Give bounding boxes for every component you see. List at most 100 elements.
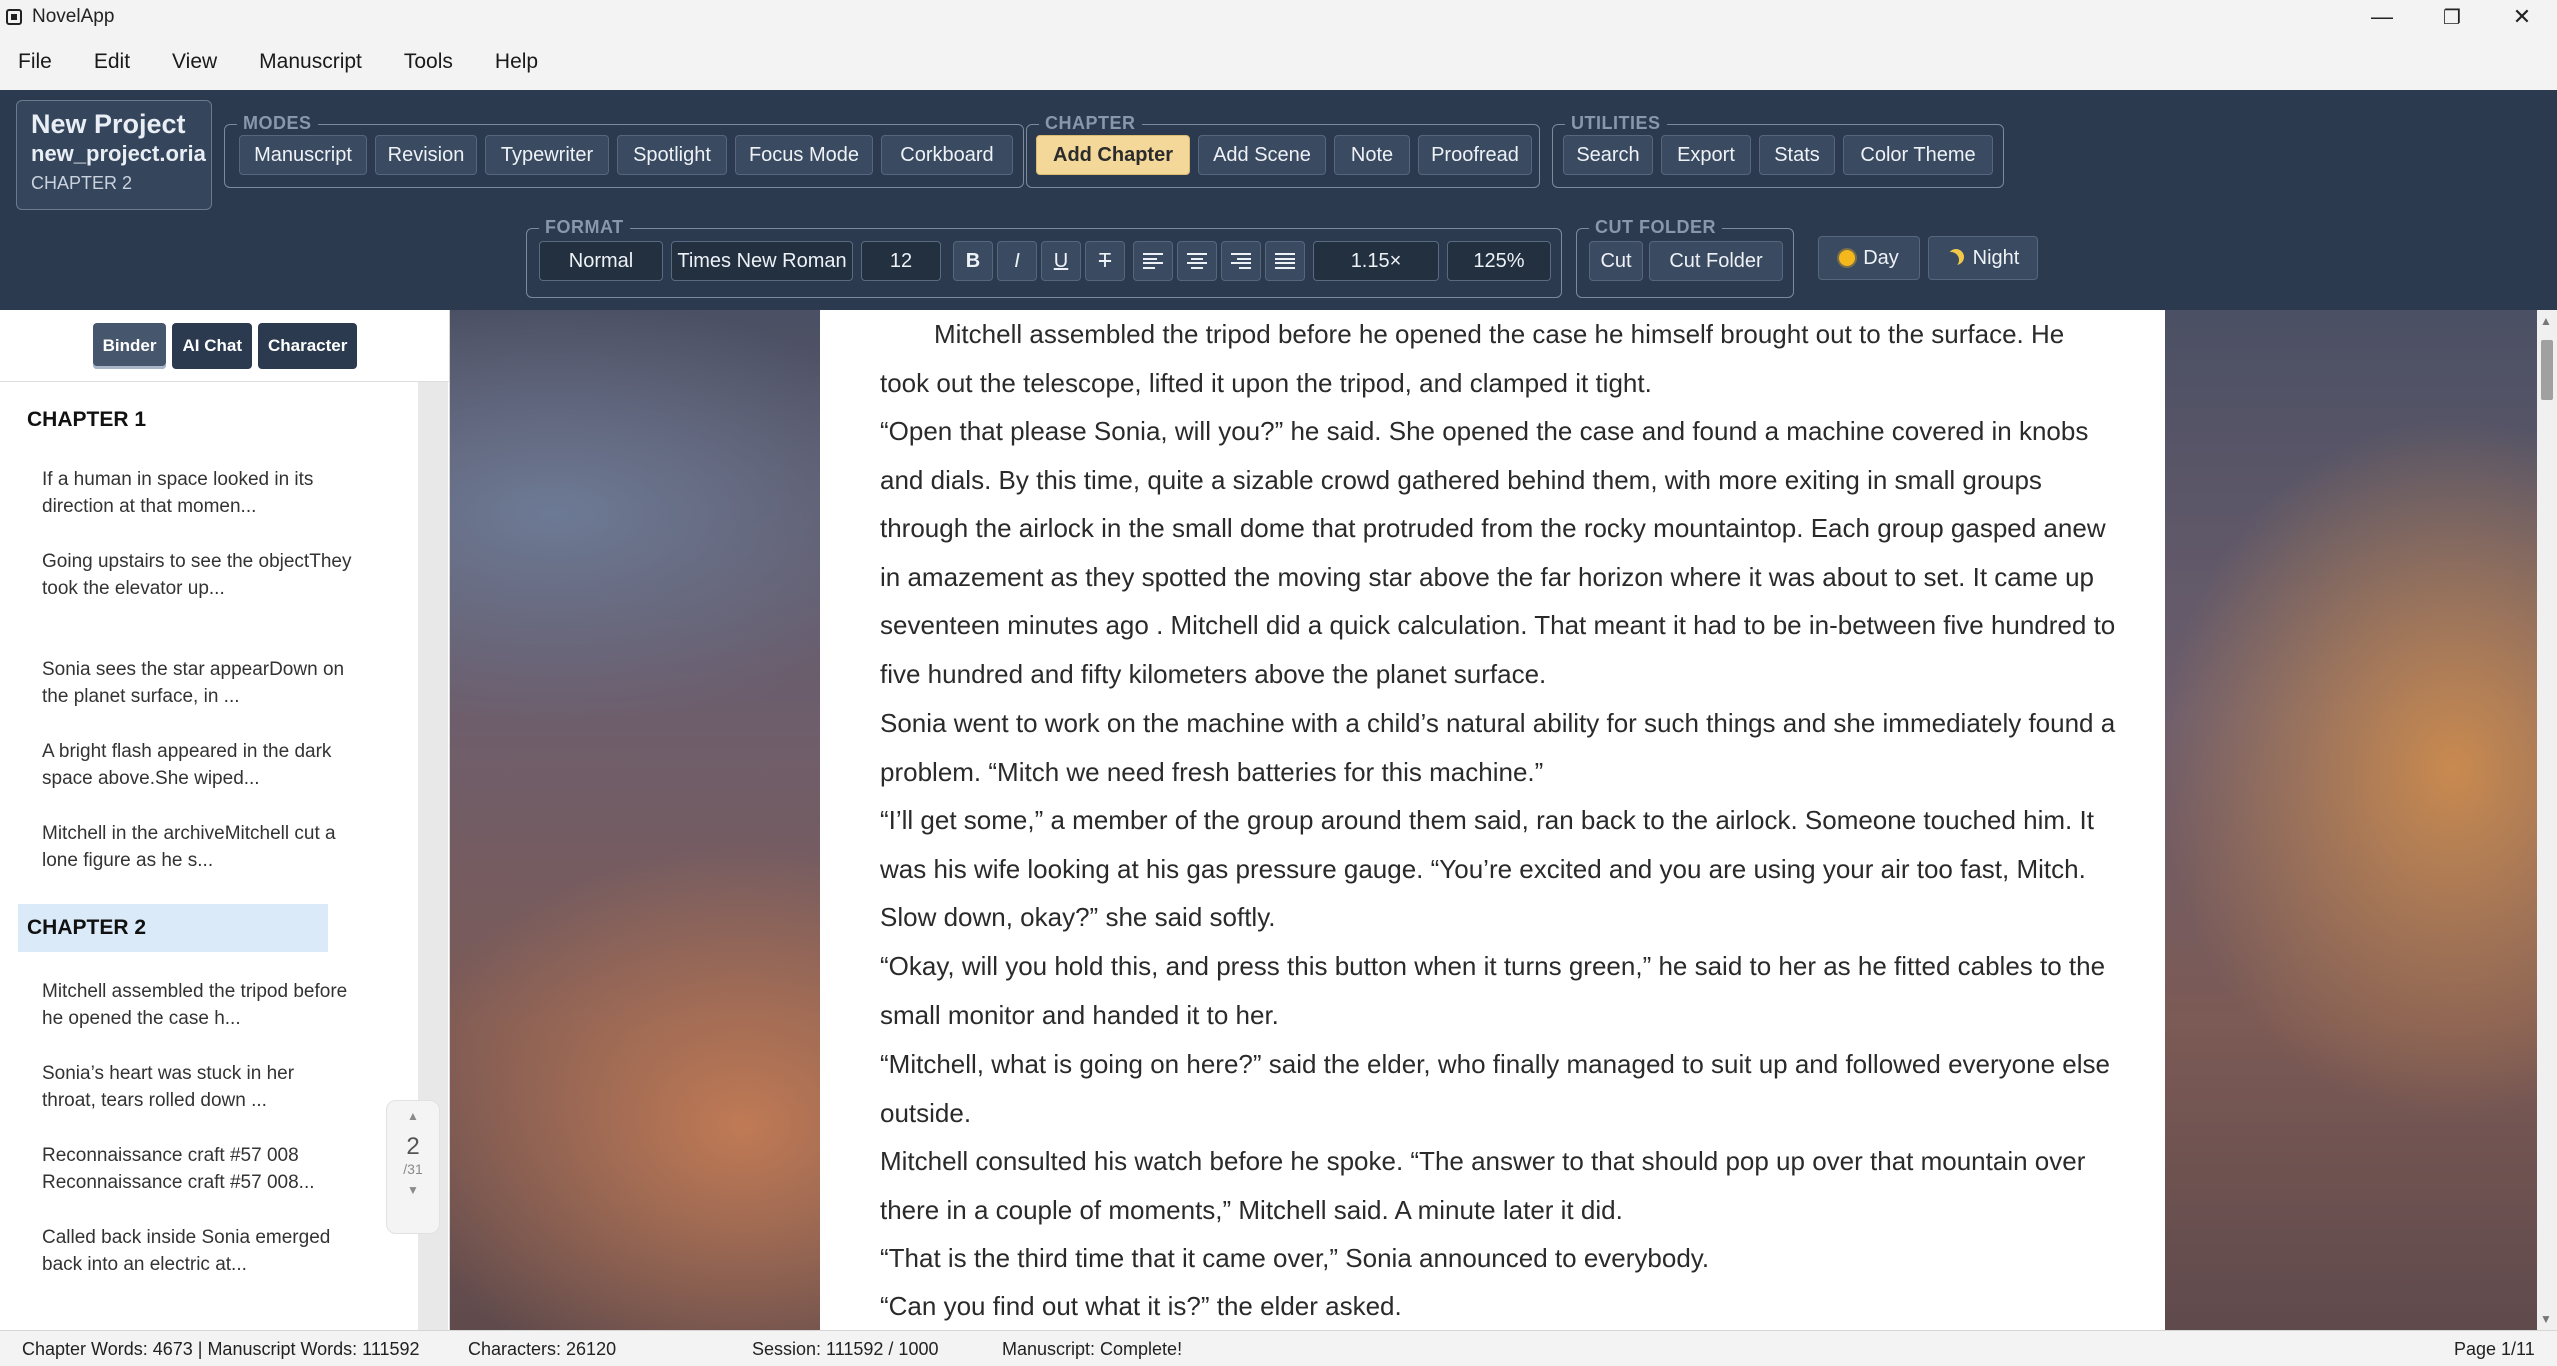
manuscript-status: Manuscript: Complete! xyxy=(1002,1339,1183,1359)
utilities-group: UTILITIES Search Export Stats Color Them… xyxy=(1552,113,2004,188)
close-button[interactable]: ✕ xyxy=(2487,0,2557,34)
night-theme-button[interactable]: Night xyxy=(1928,236,2038,280)
page-indicator: ▲ 2 /31 ▼ xyxy=(386,1100,440,1234)
project-chapter: CHAPTER 2 xyxy=(31,173,133,193)
align-right-icon xyxy=(1231,253,1251,269)
manuscript-paragraph[interactable]: “That is the third time that it came ove… xyxy=(880,1234,2120,1283)
manuscript-paragraph[interactable]: Sonia went to work on the machine with a… xyxy=(880,699,2120,796)
cut-button[interactable]: Cut xyxy=(1589,241,1643,281)
add-chapter-button[interactable]: Add Chapter xyxy=(1036,135,1190,175)
character-count: Characters: 26120 xyxy=(468,1339,617,1359)
tab-character[interactable]: Character xyxy=(257,322,358,369)
italic-button[interactable]: I xyxy=(997,241,1037,281)
binder-scene[interactable]: Mitchell assembled the tripod before he … xyxy=(42,978,352,1032)
mode-manuscript-button[interactable]: Manuscript xyxy=(239,135,367,175)
scroll-down-icon[interactable]: ▼ xyxy=(2540,1312,2552,1326)
mode-focus-button[interactable]: Focus Mode xyxy=(735,135,873,175)
minimize-button[interactable]: — xyxy=(2347,0,2417,34)
underline-button[interactable]: U xyxy=(1041,241,1081,281)
align-right-button[interactable] xyxy=(1221,241,1261,281)
page-current: 2 xyxy=(406,1133,420,1160)
align-justify-button[interactable] xyxy=(1265,241,1305,281)
font-select[interactable]: Times New Roman xyxy=(671,241,853,281)
session-count: Session: 111592 / 1000 xyxy=(752,1339,939,1359)
manuscript-paragraph[interactable]: “Can you find out what it is?” the elder… xyxy=(880,1282,2120,1330)
manuscript-paragraph[interactable]: “Okay, will you hold this, and press thi… xyxy=(880,942,2120,1039)
note-button[interactable]: Note xyxy=(1334,135,1410,175)
menu-file[interactable]: File xyxy=(18,50,52,74)
mode-corkboard-button[interactable]: Corkboard xyxy=(881,135,1013,175)
scroll-up-icon[interactable]: ▲ xyxy=(2540,314,2552,328)
tab-binder[interactable]: Binder xyxy=(92,322,167,369)
style-select[interactable]: Normal xyxy=(539,241,663,281)
bold-button[interactable]: B xyxy=(953,241,993,281)
stats-button[interactable]: Stats xyxy=(1759,135,1835,175)
binder-scene[interactable]: If a human in space looked in its direct… xyxy=(42,466,352,520)
zoom-select[interactable]: 125% xyxy=(1447,241,1551,281)
manuscript-paragraph[interactable]: “I’ll get some,” a member of the group a… xyxy=(880,796,2120,942)
project-file: new_project.oria xyxy=(31,141,206,166)
editor-scroll-thumb[interactable] xyxy=(2541,340,2553,400)
binder-scene[interactable]: Reconnaissance craft #57 008 Reconnaissa… xyxy=(42,1142,352,1196)
menu-view[interactable]: View xyxy=(172,50,217,74)
editor-page[interactable]: Mitchell assembled the tripod before he … xyxy=(820,310,2165,1330)
manuscript-paragraph[interactable]: “Mitchell, what is going on here?” said … xyxy=(880,1040,2120,1137)
project-info: New Project new_project.oria CHAPTER 2 xyxy=(16,100,212,210)
left-panel: Binder AI Chat Character CHAPTER 1 If a … xyxy=(0,310,450,1330)
search-button[interactable]: Search xyxy=(1563,135,1653,175)
tab-ai-chat[interactable]: AI Chat xyxy=(172,322,252,369)
title-bar: NovelApp — ❐ ✕ xyxy=(0,0,2557,34)
editor-background: Mitchell assembled the tripod before he … xyxy=(450,310,2537,1330)
binder-scene[interactable]: Sonia’s heart was stuck in her throat, t… xyxy=(42,1060,352,1114)
app-icon xyxy=(6,9,22,25)
cut-folder-button[interactable]: Cut Folder xyxy=(1649,241,1783,281)
day-label: Day xyxy=(1863,246,1899,269)
align-center-button[interactable] xyxy=(1177,241,1217,281)
manuscript-paragraph[interactable]: Mitchell consulted his watch before he s… xyxy=(880,1137,2120,1234)
menu-edit[interactable]: Edit xyxy=(94,50,130,74)
mode-typewriter-button[interactable]: Typewriter xyxy=(485,135,609,175)
align-justify-icon xyxy=(1275,253,1295,269)
chapter-label: CHAPTER xyxy=(1039,113,1142,134)
binder-scene[interactable]: Going upstairs to see the objectThey too… xyxy=(42,548,352,602)
binder-scene[interactable]: Called back inside Sonia emerged back in… xyxy=(42,1224,352,1278)
binder-scene[interactable]: Sonia sees the star appearDown on the pl… xyxy=(42,656,352,710)
editor-scrollbar[interactable]: ▲ ▼ xyxy=(2537,310,2557,1330)
mode-revision-button[interactable]: Revision xyxy=(375,135,477,175)
align-left-icon xyxy=(1143,253,1163,269)
sun-icon xyxy=(1839,250,1856,266)
cut-folder-label: CUT FOLDER xyxy=(1589,217,1722,238)
font-size-input[interactable]: 12 xyxy=(861,241,941,281)
binder-chapter-1[interactable]: CHAPTER 1 xyxy=(18,396,328,444)
mode-spotlight-button[interactable]: Spotlight xyxy=(617,135,727,175)
menu-help[interactable]: Help xyxy=(495,50,538,74)
strikethrough-button[interactable]: T xyxy=(1085,241,1125,281)
menu-manuscript[interactable]: Manuscript xyxy=(259,50,362,74)
moon-icon xyxy=(1943,252,1959,268)
proofread-button[interactable]: Proofread xyxy=(1418,135,1532,175)
modes-label: MODES xyxy=(237,113,318,134)
line-spacing-select[interactable]: 1.15× xyxy=(1313,241,1439,281)
page-status: Page 1/11 xyxy=(2454,1339,2535,1359)
page-down-icon[interactable]: ▼ xyxy=(387,1183,439,1197)
word-count: Chapter Words: 4673 | Manuscript Words: … xyxy=(22,1339,420,1359)
maximize-button[interactable]: ❐ xyxy=(2417,0,2487,34)
manuscript-paragraph[interactable]: “Open that please Sonia, will you?” he s… xyxy=(880,407,2120,699)
add-scene-button[interactable]: Add Scene xyxy=(1198,135,1326,175)
menu-tools[interactable]: Tools xyxy=(404,50,453,74)
export-button[interactable]: Export xyxy=(1661,135,1751,175)
binder-chapter-2[interactable]: CHAPTER 2 xyxy=(18,904,328,952)
color-theme-button[interactable]: Color Theme xyxy=(1843,135,1993,175)
project-title: New Project xyxy=(31,109,186,139)
chapter-group: CHAPTER Add Chapter Add Scene Note Proof… xyxy=(1026,113,1540,188)
page-total: /31 xyxy=(403,1161,423,1177)
page-up-icon[interactable]: ▲ xyxy=(387,1109,439,1123)
day-theme-button[interactable]: Day xyxy=(1818,236,1920,280)
align-left-button[interactable] xyxy=(1133,241,1173,281)
binder-scene[interactable]: A bright flash appeared in the dark spac… xyxy=(42,738,352,792)
night-label: Night xyxy=(1972,246,2020,269)
toolbar: New Project new_project.oria CHAPTER 2 M… xyxy=(0,90,2557,310)
panel-tabs: Binder AI Chat Character xyxy=(0,310,450,382)
binder-scene[interactable]: Mitchell in the archiveMitchell cut a lo… xyxy=(42,820,352,874)
manuscript-paragraph[interactable]: Mitchell assembled the tripod before he … xyxy=(880,310,2120,407)
